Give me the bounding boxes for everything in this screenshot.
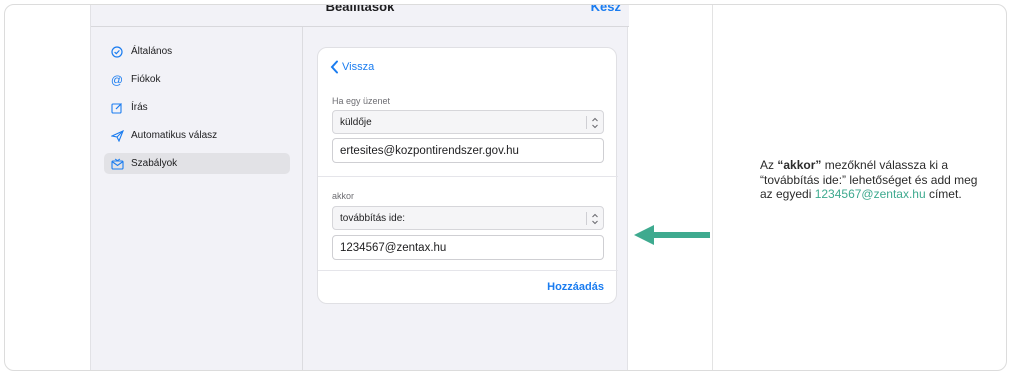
settings-sidebar: Általános @ Fiókok Írás Automatikus vála… — [91, 27, 303, 370]
sidebar-item-composing[interactable]: Írás — [104, 97, 290, 118]
sidebar-item-label: Írás — [131, 102, 148, 113]
sidebar-item-label: Szabályok — [131, 158, 178, 169]
sidebar-item-rules[interactable]: Szabályok — [104, 153, 290, 174]
sidebar-item-general[interactable]: Általános — [104, 41, 290, 62]
checkmark-circle-icon — [110, 45, 124, 59]
settings-title: Beállítások — [325, 4, 395, 14]
back-label: Vissza — [342, 61, 375, 73]
sidebar-item-auto-reply[interactable]: Automatikus válasz — [104, 125, 290, 146]
condition-value-field[interactable]: ertesites@kozpontirendszer.gov.hu — [332, 138, 604, 163]
sidebar-item-accounts[interactable]: @ Fiókok — [104, 69, 290, 90]
rule-editor-card: Vissza Ha egy üzenet küldője ertesites@k… — [317, 47, 618, 304]
updown-chevron-icon — [592, 213, 598, 225]
envelope-rules-icon — [110, 157, 124, 171]
panel-divider — [712, 5, 713, 370]
pointer-arrow-icon — [634, 225, 710, 245]
chevron-left-icon — [330, 60, 338, 74]
add-rule-button[interactable]: Hozzáadás — [547, 281, 604, 293]
select-separator — [586, 116, 587, 129]
sidebar-item-label: Általános — [131, 46, 173, 57]
note-highlight-email: 1234567@zentax.hu — [814, 187, 926, 201]
condition-select[interactable]: küldője — [332, 110, 604, 134]
instruction-note: Az “akkor” mezőknél válassza ki a “továb… — [760, 158, 980, 202]
back-button[interactable]: Vissza — [330, 60, 374, 74]
sidebar-item-label: Fiókok — [131, 74, 161, 85]
tutorial-frame: Beállítások Kész Általános @ Fiókok Írás — [4, 4, 1007, 371]
condition-label: Ha egy üzenet — [332, 96, 391, 106]
paper-plane-icon — [110, 129, 124, 143]
action-select[interactable]: továbbítás ide: — [332, 206, 604, 230]
done-button[interactable]: Kész — [591, 5, 621, 14]
action-select-value: továbbítás ide: — [340, 212, 406, 224]
action-value-field[interactable]: 1234567@zentax.hu — [332, 235, 604, 260]
compose-icon — [110, 101, 124, 115]
section-divider — [318, 176, 618, 177]
at-icon: @ — [110, 72, 124, 87]
note-text: címet. — [925, 187, 962, 201]
action-label: akkor — [332, 191, 355, 201]
condition-select-value: küldője — [340, 116, 372, 128]
sidebar-item-label: Automatikus válasz — [131, 130, 218, 141]
select-separator — [586, 212, 587, 225]
updown-chevron-icon — [592, 117, 598, 129]
note-bold-text: “akkor” — [777, 158, 822, 172]
mail-settings-screenshot: Beállítások Kész Általános @ Fiókok Írás — [90, 5, 629, 370]
note-text: Az — [760, 158, 778, 172]
settings-topbar: Beállítások Kész — [91, 5, 629, 27]
section-divider — [318, 270, 618, 271]
